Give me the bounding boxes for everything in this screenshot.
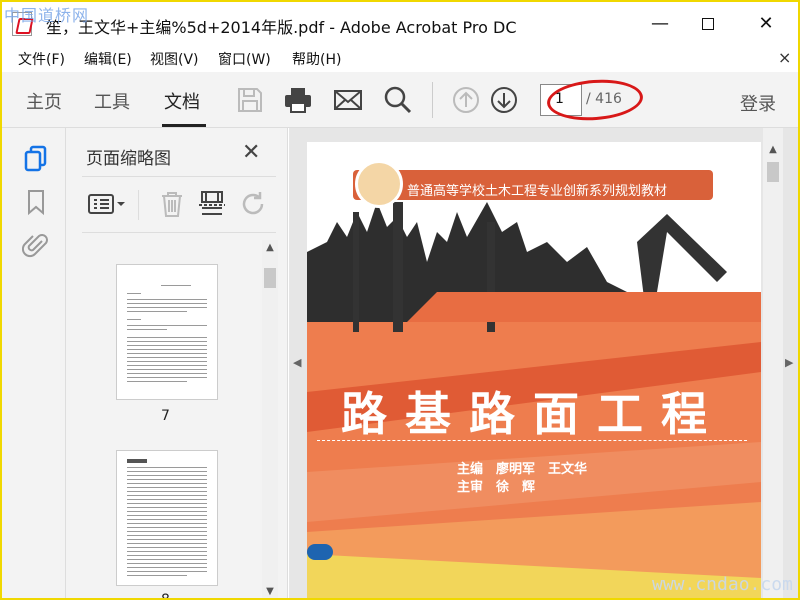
pdf-page-cover: 普通高等学校土木工程专业创新系列规划教材 路基路面工程 主编 廖明军 王文华 主… (307, 142, 761, 598)
page-thumbnail-8[interactable] (116, 450, 218, 586)
acrobat-window: 笙，王文华+主编%5d+2014年版.pdf - Adobe Acrobat P… (0, 0, 800, 600)
sign-in-button[interactable]: 登录 (740, 90, 776, 116)
bookmark-icon[interactable] (22, 188, 50, 216)
book-title: 路基路面工程 (341, 387, 725, 441)
menu-edit[interactable]: 编辑(E) (84, 49, 132, 69)
panel-tool-separator (138, 190, 139, 220)
options-icon[interactable] (86, 188, 128, 220)
book-reviewer: 主审 徐 辉 (457, 480, 536, 495)
scrollbar-knob[interactable] (264, 268, 276, 288)
doc-scroll-up-icon[interactable]: ▲ (765, 144, 781, 155)
page-number-input[interactable]: 1 (540, 84, 582, 116)
maximize-button[interactable] (688, 10, 728, 38)
page-up-icon[interactable] (450, 84, 482, 116)
title-bar: 笙，王文华+主编%5d+2014年版.pdf - Adobe Acrobat P… (2, 2, 798, 46)
save-icon[interactable] (234, 84, 266, 116)
print-icon[interactable] (282, 84, 314, 116)
page-total: / 416 (586, 91, 622, 107)
panel-title: 页面缩略图 (86, 149, 171, 169)
document-scrollbar[interactable]: ▲ (763, 128, 783, 598)
scroll-up-icon[interactable]: ▲ (262, 242, 278, 253)
thumbnail-label-8: 8 (161, 592, 170, 600)
mail-icon[interactable] (332, 84, 364, 116)
pages-icon[interactable] (22, 144, 50, 172)
page-thumbnail-7[interactable] (116, 264, 218, 400)
window-title: 笙，王文华+主编%5d+2014年版.pdf - Adobe Acrobat P… (46, 18, 517, 37)
trash-icon[interactable] (156, 188, 188, 220)
thumbnails-scrollbar[interactable]: ▲ ▼ (262, 240, 278, 598)
tab-tools[interactable]: 工具 (94, 88, 130, 114)
collapse-right-icon[interactable]: ▶ (785, 356, 793, 369)
close-document-button[interactable]: × (778, 48, 791, 67)
minimize-button[interactable]: — (640, 10, 680, 38)
close-window-button[interactable]: ✕ (746, 10, 786, 38)
menu-bar: 文件(F) 编辑(E) 视图(V) 窗口(W) 帮助(H) × (2, 46, 798, 72)
title-rule (317, 440, 747, 441)
page-down-icon[interactable] (488, 84, 520, 116)
thumbnail-label-7: 7 (161, 408, 170, 424)
navigation-rail (2, 128, 66, 598)
watermark-top: 中国道桥网 (4, 6, 90, 25)
panel-divider-2 (82, 232, 276, 233)
page-thumbnails-panel: 页面缩略图 ✕ 7 8 ▲ ▼ (66, 128, 288, 600)
tab-home[interactable]: 主页 (26, 88, 62, 114)
toolbar: 主页 工具 文档 1 / 416 登录 (2, 72, 798, 128)
publisher-logo (355, 160, 403, 208)
attachment-icon[interactable] (22, 232, 50, 260)
doc-scrollbar-knob[interactable] (767, 162, 779, 182)
document-view[interactable]: ◀ 普通高等学校土木工程专业创新系列规划教材 路基路面工程 主编 廖明军 王文华… (289, 128, 798, 598)
cover-artwork (307, 142, 761, 598)
tab-document[interactable]: 文档 (164, 88, 200, 114)
scroll-down-icon[interactable]: ▼ (262, 586, 278, 597)
book-editors: 主编 廖明军 王文华 (457, 462, 588, 477)
watermark-bottom: www.cndao.com (652, 574, 793, 595)
panel-divider (82, 176, 276, 177)
active-tab-indicator (162, 124, 206, 127)
search-icon[interactable] (382, 84, 414, 116)
menu-window[interactable]: 窗口(W) (218, 49, 271, 69)
maximize-icon (702, 18, 714, 30)
collapse-left-icon[interactable]: ◀ (293, 356, 301, 369)
rotate-icon[interactable] (238, 188, 270, 220)
panel-close-button[interactable]: ✕ (242, 140, 260, 165)
extract-icon[interactable] (196, 188, 228, 220)
menu-help[interactable]: 帮助(H) (292, 49, 341, 69)
toolbar-separator (432, 82, 433, 118)
menu-view[interactable]: 视图(V) (150, 49, 199, 69)
menu-file[interactable]: 文件(F) (18, 49, 65, 69)
series-title: 普通高等学校土木工程专业创新系列规划教材 (407, 184, 668, 199)
